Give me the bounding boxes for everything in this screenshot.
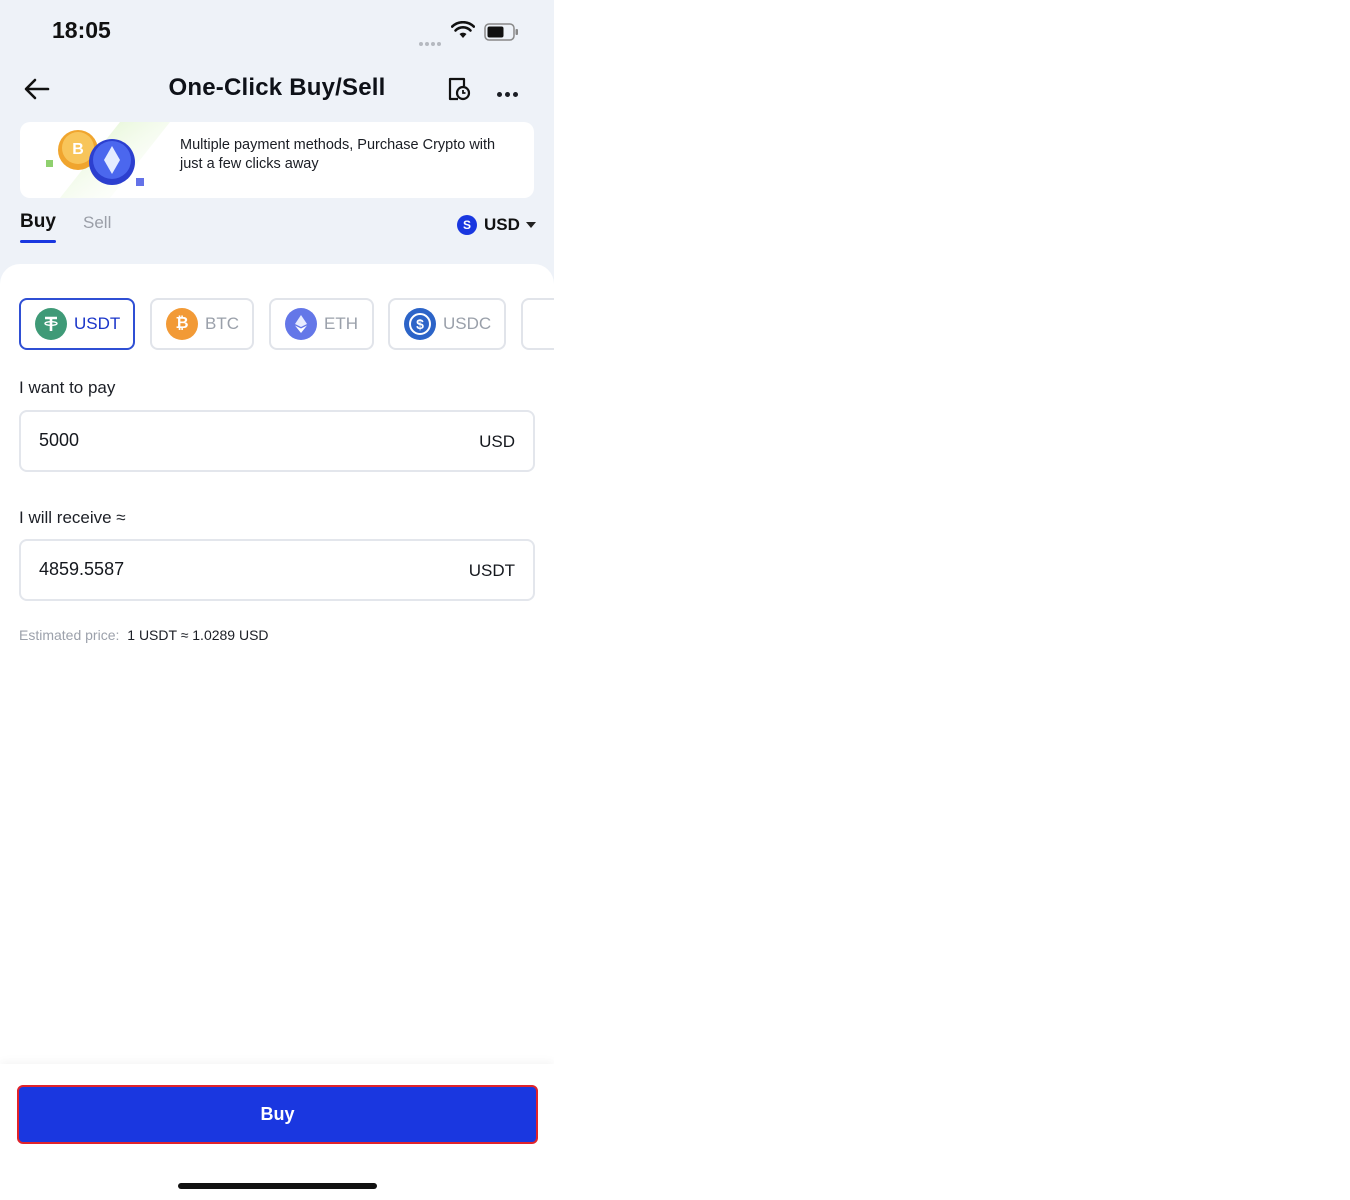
tab-buy[interactable]: Buy — [20, 211, 56, 243]
more-options-icon[interactable] — [497, 84, 521, 102]
estimated-price-label: Estimated price: — [19, 627, 120, 643]
coin-chip-more[interactable] — [521, 298, 554, 350]
ethereum-icon — [285, 308, 317, 340]
battery-icon — [484, 23, 518, 41]
fiat-currency-label: USD — [484, 215, 520, 234]
status-time: 18:05 — [52, 17, 111, 43]
coin-label: BTC — [205, 314, 239, 333]
order-history-icon[interactable] — [446, 76, 472, 102]
coin-label: ETH — [324, 314, 358, 333]
cellular-signal-icon — [419, 33, 447, 46]
coins-illustration-icon: B — [46, 122, 170, 198]
pay-unit: USD — [479, 432, 515, 451]
home-indicator — [178, 1183, 377, 1189]
receive-unit: USDT — [468, 561, 515, 580]
coin-selector: USDT ₿ BTC ETH $ USDC — [19, 298, 554, 350]
usdc-icon: $ — [404, 308, 436, 340]
pay-amount-field[interactable]: USD — [19, 410, 535, 472]
wifi-icon — [451, 21, 475, 38]
pay-label: I want to pay — [19, 378, 116, 397]
receive-label: I will receive ≈ — [19, 508, 126, 527]
coin-chip-usdc[interactable]: $ USDC — [388, 298, 506, 350]
caret-down-icon — [525, 222, 536, 228]
fiat-currency-select[interactable]: S USD — [457, 213, 536, 237]
banner-text: Multiple payment methods, Purchase Crypt… — [180, 137, 496, 172]
status-bar: 18:05 — [0, 0, 554, 62]
coin-label: USDC — [443, 314, 492, 333]
estimated-price: Estimated price: 1 USDT ≈ 1.0289 USD — [19, 627, 269, 643]
receive-amount-field[interactable]: USDT — [19, 539, 535, 601]
coin-chip-eth[interactable]: ETH — [269, 298, 374, 350]
svg-text:$: $ — [416, 316, 424, 332]
promo-banner[interactable]: B Multiple payment methods, Purchase Cry… — [20, 122, 534, 198]
tether-icon — [35, 308, 67, 340]
tab-sell[interactable]: Sell — [83, 213, 111, 233]
receive-amount-input[interactable] — [39, 559, 339, 580]
svg-text:B: B — [72, 141, 84, 158]
estimated-price-value: 1 USDT ≈ 1.0289 USD — [127, 627, 269, 643]
phone-screen: 18:05 One-Click Buy/Sell B Multiple paym… — [0, 0, 554, 1200]
header-bar: One-Click Buy/Sell — [0, 62, 554, 118]
coin-chip-btc[interactable]: ₿ BTC — [150, 298, 254, 350]
pay-amount-input[interactable] — [39, 430, 339, 451]
bitcoin-icon: ₿ — [166, 308, 198, 340]
currency-badge-icon: S — [457, 215, 477, 235]
coin-label: USDT — [74, 314, 121, 333]
coin-chip-usdt[interactable]: USDT — [19, 298, 135, 350]
buy-button[interactable]: Buy — [17, 1085, 538, 1144]
